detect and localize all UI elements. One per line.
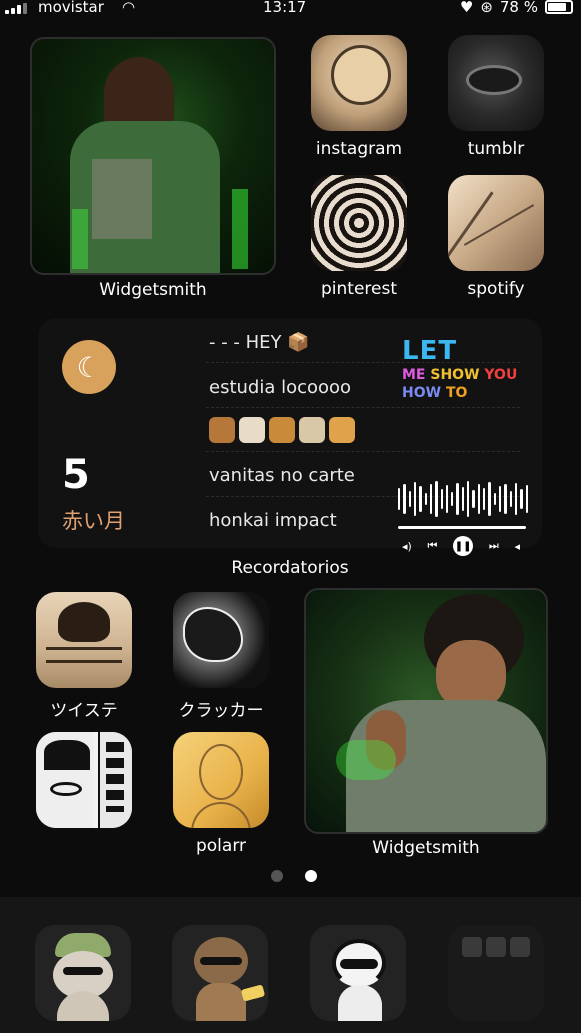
previous-icon[interactable]: ⏮ <box>428 539 438 553</box>
month-label: 赤い月 <box>62 509 125 533</box>
app-pinterest[interactable]: pinterest <box>310 175 408 299</box>
page-indicator[interactable] <box>271 870 317 882</box>
page-dot-active[interactable] <box>305 870 317 882</box>
date-number: 5 <box>62 452 90 498</box>
app-twisted-wonderland[interactable]: ツイステ <box>35 592 133 721</box>
heart-icon: ♥ <box>459 0 474 16</box>
audio-waveform <box>398 480 528 518</box>
polarr-icon <box>173 732 269 828</box>
widgetsmith-bottom-label: Widgetsmith <box>372 838 480 858</box>
cracker-icon <box>173 592 269 688</box>
reminder-item[interactable]: estudia locoooo <box>209 377 351 398</box>
moon-icon: ☾ <box>62 340 116 394</box>
reminder-item[interactable]: vanitas no carte <box>209 465 355 486</box>
battery-percent: 78 % <box>499 0 538 16</box>
tumblr-icon <box>448 35 544 131</box>
battery-icon <box>545 0 573 14</box>
widgetsmith-photo-widget[interactable] <box>30 37 276 275</box>
app-tumblr[interactable]: tumblr <box>447 35 545 159</box>
spotify-icon <box>448 175 544 271</box>
next-icon[interactable]: ⏭ <box>489 539 499 553</box>
app-cracker[interactable]: クラッカー <box>172 592 270 721</box>
emoji-row <box>209 417 355 443</box>
volume-up-icon[interactable]: ◂ <box>514 540 520 553</box>
dock-app-cat-hat[interactable] <box>35 925 131 1021</box>
reminders-label: Recordatorios <box>231 558 349 578</box>
volume-down-icon[interactable]: ◂) <box>402 540 412 553</box>
divider <box>206 407 520 408</box>
play-icon[interactable]: ❚❚ <box>453 536 474 556</box>
app-polarr[interactable]: polarr <box>172 732 270 856</box>
music-controls: ◂) ⏮ ❚❚ ⏭ ◂ <box>402 536 520 556</box>
dock-app-cat-headphones[interactable] <box>310 925 406 1021</box>
reminder-item[interactable]: - - - HEY 📦 <box>209 332 310 353</box>
widgetsmith-top-label: Widgetsmith <box>99 280 207 300</box>
pinterest-icon <box>311 175 407 271</box>
dock-app-cat-cool[interactable] <box>172 925 268 1021</box>
wifi-icon: ◠ <box>122 0 136 16</box>
dock-app-folder[interactable] <box>448 925 544 1021</box>
status-bar: movistar ◠ 13:17 ♥ ⊛ 78 % <box>0 0 581 18</box>
progress-bar[interactable] <box>398 526 526 529</box>
divider <box>206 451 520 452</box>
reminder-item[interactable]: honkai impact <box>209 510 337 531</box>
app-manga[interactable] <box>35 732 133 828</box>
app-instagram[interactable]: instagram <box>310 35 408 159</box>
app-spotify[interactable]: spotify <box>447 175 545 299</box>
music-title: LET ME SHOW YOU HOW TO <box>402 336 518 401</box>
carrier-name: movistar <box>38 0 104 16</box>
status-time: 13:17 <box>263 0 307 16</box>
manga-icon <box>36 732 132 828</box>
page-dot[interactable] <box>271 870 283 882</box>
rotation-lock-icon: ⊛ <box>480 0 493 16</box>
instagram-icon <box>311 35 407 131</box>
widgetsmith-photo-widget-2[interactable] <box>304 588 548 834</box>
signal-icon <box>5 3 27 14</box>
twisted-icon <box>36 592 132 688</box>
